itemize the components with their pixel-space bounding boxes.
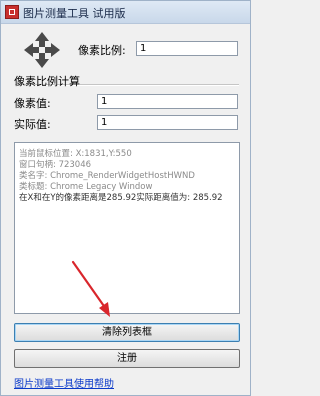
log-line-distance: 在X和在Y的像素距离是285.92实际距离值为: 285.92 <box>19 193 223 203</box>
title-bar[interactable]: 图片测量工具 试用版 <box>1 1 250 24</box>
ratio-calc-section-title: 像素比例计算 <box>14 75 80 88</box>
pixel-value-label: 像素值: <box>14 97 51 110</box>
app-icon <box>5 5 19 19</box>
log-listbox[interactable]: 当前鼠标位置: X:1831,Y:550 窗口句柄: 723046 类名字: C… <box>14 142 240 314</box>
clear-list-button[interactable]: 清除列表框 <box>14 323 240 342</box>
help-link[interactable]: 图片测量工具使用帮助 <box>14 375 114 390</box>
pixel-value-input[interactable]: 1 <box>97 94 238 109</box>
actual-value-input[interactable]: 1 <box>97 115 238 130</box>
ratio-label: 像素比例: <box>78 44 126 57</box>
actual-value-label: 实际值: <box>14 118 51 131</box>
ratio-input[interactable]: 1 <box>136 41 238 56</box>
window-title: 图片测量工具 试用版 <box>23 7 126 20</box>
app-window: 图片测量工具 试用版 像素比例: 1 像素比例计算 像素值: 1 实际值: 1 … <box>0 0 251 396</box>
register-button[interactable]: 注册 <box>14 349 240 368</box>
move-crosshair-icon[interactable] <box>23 31 61 69</box>
